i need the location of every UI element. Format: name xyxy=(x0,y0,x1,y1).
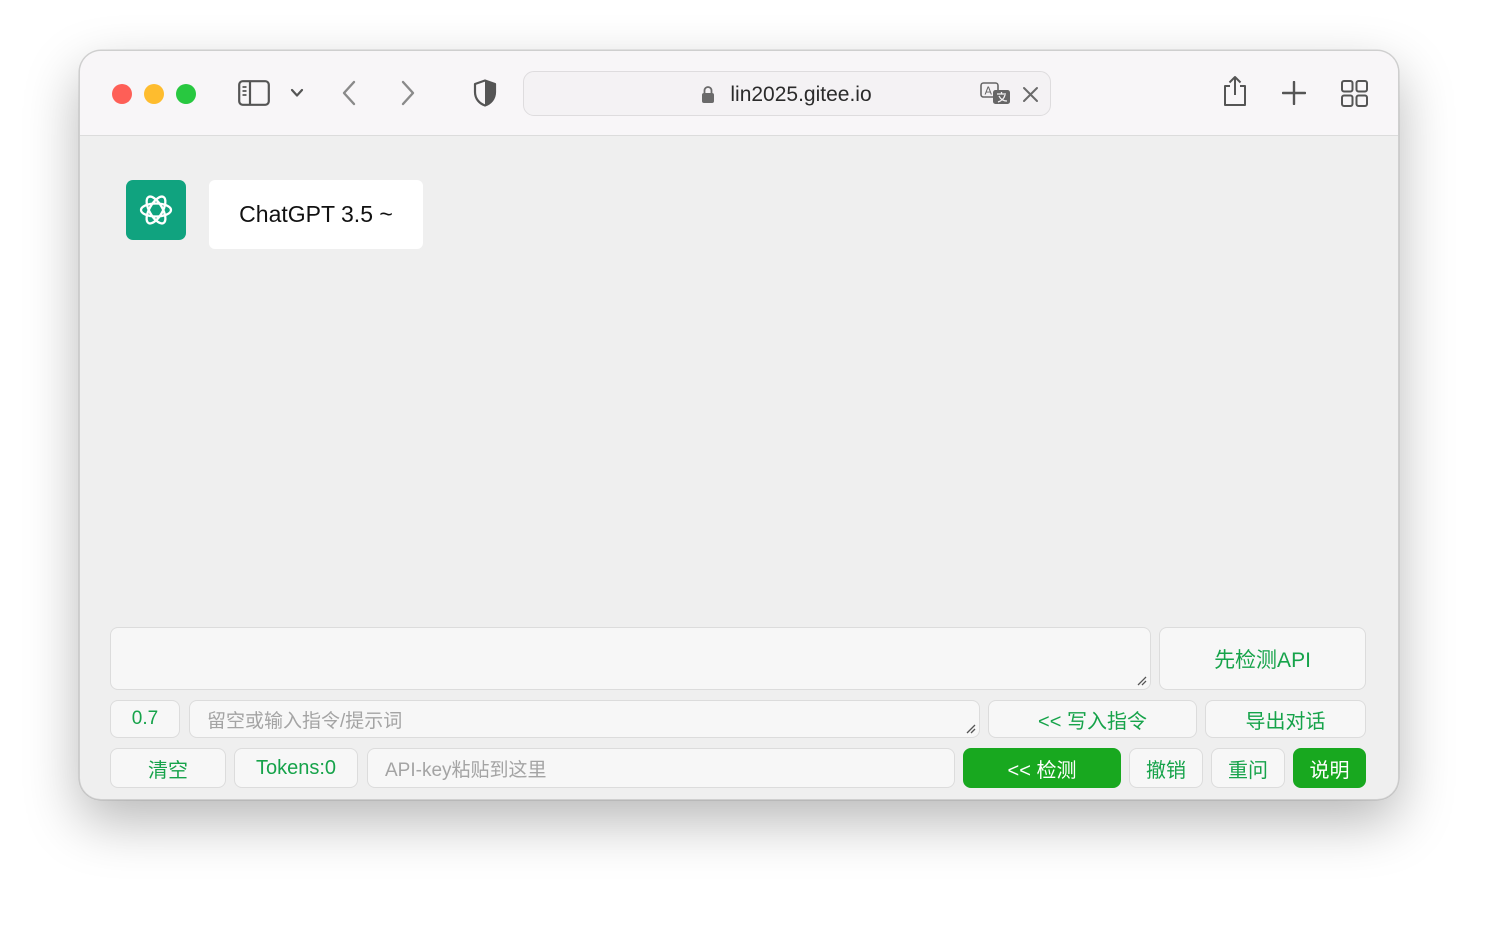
browser-window: lin2025.gitee.io A ChatGPT 3.5 ~ 先检测API … xyxy=(79,50,1399,800)
openai-logo-icon xyxy=(139,195,173,225)
resize-handle-icon[interactable] xyxy=(1135,674,1147,686)
tab-overview-icon[interactable] xyxy=(1341,80,1368,107)
detect-button[interactable]: << 检测 xyxy=(963,748,1121,788)
check-api-button[interactable]: 先检测API xyxy=(1159,627,1366,690)
forward-icon[interactable] xyxy=(400,80,416,106)
retry-button[interactable]: 重问 xyxy=(1211,748,1285,788)
minimize-window-button[interactable] xyxy=(144,84,164,104)
share-icon[interactable] xyxy=(1222,75,1248,107)
write-prompt-button[interactable]: << 写入指令 xyxy=(988,700,1197,738)
back-icon[interactable] xyxy=(341,80,357,106)
clear-button[interactable]: 清空 xyxy=(110,748,226,788)
close-icon[interactable] xyxy=(1022,86,1039,103)
privacy-shield-icon[interactable] xyxy=(473,79,497,107)
zoom-window-button[interactable] xyxy=(176,84,196,104)
tokens-counter: Tokens:0 xyxy=(234,748,358,788)
prompt-placeholder: 留空或输入指令/提示词 xyxy=(207,710,403,732)
close-window-button[interactable] xyxy=(112,84,132,104)
page-content: ChatGPT 3.5 ~ 先检测API 0.7 留空或输入指令/提示词 << … xyxy=(80,137,1398,799)
chevron-down-icon[interactable] xyxy=(290,88,304,98)
address-bar[interactable]: lin2025.gitee.io A xyxy=(523,71,1051,116)
translate-icon[interactable]: A xyxy=(980,82,1012,106)
help-button[interactable]: 说明 xyxy=(1293,748,1366,788)
resize-handle-icon[interactable] xyxy=(964,722,976,734)
message-input[interactable] xyxy=(110,627,1151,690)
bot-message-bubble: ChatGPT 3.5 ~ xyxy=(209,180,423,249)
prompt-input[interactable]: 留空或输入指令/提示词 xyxy=(189,700,980,738)
chatgpt-avatar xyxy=(126,180,186,240)
plus-icon[interactable] xyxy=(1282,81,1306,105)
export-chat-button[interactable]: 导出对话 xyxy=(1205,700,1366,738)
svg-text:A: A xyxy=(985,85,993,98)
sidebar-icon[interactable] xyxy=(238,80,270,106)
undo-button[interactable]: 撤销 xyxy=(1129,748,1203,788)
url-text: lin2025.gitee.io xyxy=(730,83,872,106)
api-key-placeholder: API-key粘贴到这里 xyxy=(385,759,547,781)
temperature-value[interactable]: 0.7 xyxy=(110,700,180,738)
api-key-input[interactable]: API-key粘贴到这里 xyxy=(367,748,955,788)
browser-toolbar: lin2025.gitee.io A xyxy=(80,51,1398,136)
